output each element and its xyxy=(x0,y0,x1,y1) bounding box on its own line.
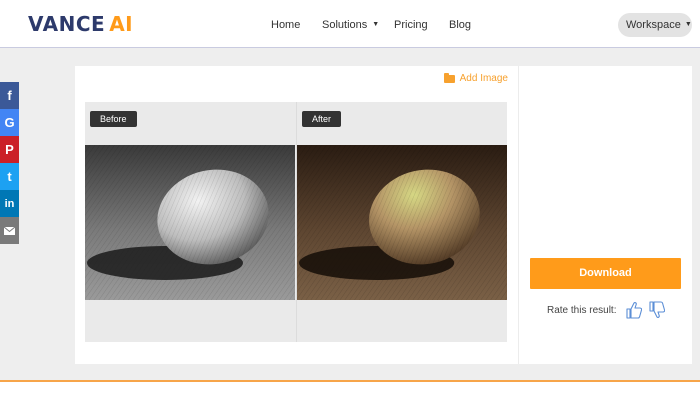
nav-blog[interactable]: Blog xyxy=(449,18,471,32)
logo-accent: AI xyxy=(109,12,134,36)
rate-label: Rate this result: xyxy=(547,305,617,316)
nav-solutions[interactable]: Solutions ▼ xyxy=(322,18,379,32)
after-pane: After xyxy=(296,102,507,342)
add-image-button[interactable]: Add Image xyxy=(443,72,508,84)
logo[interactable]: VANCE AI xyxy=(28,12,133,36)
thumbs-down-icon[interactable] xyxy=(649,301,665,319)
before-pane: Before xyxy=(85,102,295,342)
chevron-down-icon: ▼ xyxy=(372,21,380,29)
site-header: VANCE AI Home Solutions ▼ Pricing Blog Wor… xyxy=(0,0,700,48)
linkedin-icon[interactable]: in xyxy=(0,190,19,217)
social-share-bar: f G P t in xyxy=(0,82,19,244)
after-label: After xyxy=(302,111,342,127)
before-image xyxy=(85,145,295,300)
nav-solutions-label: Solutions xyxy=(322,19,368,31)
pinterest-icon[interactable]: P xyxy=(0,136,19,163)
mail-icon[interactable] xyxy=(0,217,19,244)
thumbs-up-icon[interactable] xyxy=(626,301,642,319)
logo-main: VANCE xyxy=(28,12,106,36)
nav-home[interactable]: Home xyxy=(271,18,300,32)
download-button[interactable]: Download xyxy=(530,258,681,289)
twitter-icon[interactable]: t xyxy=(0,163,19,190)
google-icon[interactable]: G xyxy=(0,109,19,136)
folder-icon xyxy=(443,72,455,83)
after-image xyxy=(297,145,507,300)
footer-area xyxy=(0,382,700,400)
workspace-button[interactable]: Workspace ▼ xyxy=(618,13,692,37)
workspace-label: Workspace xyxy=(626,19,681,31)
mail-glyph xyxy=(4,226,15,235)
before-label: Before xyxy=(90,111,137,127)
add-image-label: Add Image xyxy=(459,73,508,84)
before-after-compare[interactable]: Before After xyxy=(85,102,507,342)
facebook-icon[interactable]: f xyxy=(0,82,19,109)
chevron-down-icon: ▼ xyxy=(684,21,692,29)
nav-pricing[interactable]: Pricing xyxy=(394,18,428,32)
editor-card: Add Image Before After xyxy=(75,66,518,364)
result-panel: Download Rate this result: xyxy=(518,66,692,364)
